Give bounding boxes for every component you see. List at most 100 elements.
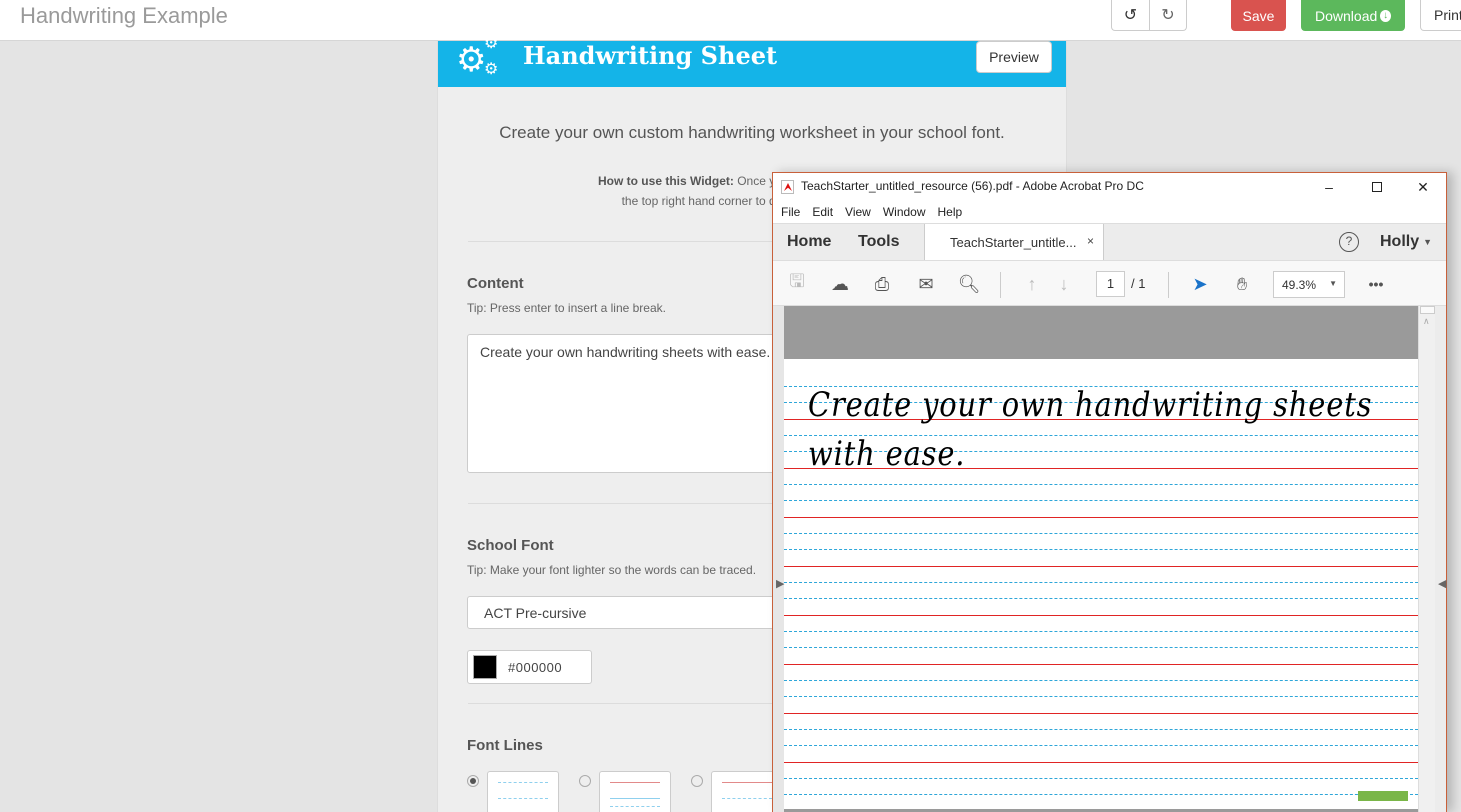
handwriting-line-1: Create your own handwriting sheets bbox=[808, 385, 1373, 425]
pdf-page: Create your own handwriting sheets with … bbox=[784, 359, 1418, 811]
undo-icon: ↺ bbox=[1123, 7, 1138, 24]
hand-icon: ✋︎ bbox=[1236, 273, 1248, 294]
user-menu[interactable]: Holly ▼ bbox=[1380, 233, 1432, 251]
font-color-input[interactable]: #000000 bbox=[467, 650, 592, 684]
menu-view[interactable]: View bbox=[843, 205, 877, 219]
left-panel-toggle-icon[interactable]: ▶ bbox=[776, 577, 784, 590]
dashed-guide bbox=[784, 484, 1418, 485]
page-number-input[interactable]: 1 bbox=[1096, 271, 1125, 297]
caret-down-icon: ▼ bbox=[1329, 279, 1337, 288]
download-circle-icon: ↓ bbox=[1380, 9, 1391, 22]
dashed-guide bbox=[784, 631, 1418, 632]
dashed-guide bbox=[784, 680, 1418, 681]
page-total: / 1 bbox=[1131, 276, 1146, 291]
scroll-up-icon[interactable]: ∧ bbox=[1423, 316, 1430, 327]
acrobat-window-title: TeachStarter_untitled_resource (56).pdf … bbox=[801, 179, 1144, 193]
acrobat-toolbar: 🖫 ☁ ⎙ ✉ 🔍︎ ↑ ↓ 1 / 1 ➤ ✋︎ 49.3% ▼ ••• bbox=[773, 260, 1446, 306]
acrobat-tabs: Home Tools TeachStarter_untitle... × ? H… bbox=[773, 223, 1446, 261]
print-file-button[interactable]: ⎙ bbox=[871, 273, 893, 295]
small-gear-icon: ⚙ bbox=[484, 35, 499, 52]
baseline-guide bbox=[784, 762, 1418, 763]
dashed-guide bbox=[784, 533, 1418, 534]
right-panel-toggle-icon[interactable]: ◀ bbox=[1438, 577, 1446, 590]
baseline-guide bbox=[784, 517, 1418, 518]
document-title: Handwriting Example bbox=[20, 3, 228, 28]
redo-button[interactable]: ↻ bbox=[1149, 0, 1186, 30]
dashed-guide bbox=[784, 582, 1418, 583]
hand-tool-button[interactable]: ✋︎ bbox=[1231, 273, 1253, 295]
widget-intro: Create your own custom handwriting works… bbox=[499, 123, 1005, 142]
undo-button[interactable]: ↺ bbox=[1112, 0, 1149, 30]
save-file-button[interactable]: 🖫 bbox=[786, 271, 808, 295]
baseline-guide bbox=[784, 664, 1418, 665]
pdf-file-icon bbox=[781, 180, 794, 194]
color-swatch[interactable] bbox=[473, 655, 497, 679]
vertical-scrollbar[interactable]: ∧ bbox=[1418, 306, 1435, 812]
tab-home[interactable]: Home bbox=[787, 233, 831, 251]
line-option-dashed[interactable] bbox=[467, 771, 579, 812]
prev-page-button[interactable]: ↑ bbox=[1021, 273, 1043, 295]
toolbar-separator bbox=[1168, 272, 1169, 298]
howto-label: How to use this Widget: bbox=[597, 174, 734, 188]
save-button[interactable]: Save bbox=[1231, 0, 1286, 31]
zoom-value: 49.3% bbox=[1282, 278, 1317, 292]
dashed-guide bbox=[784, 500, 1418, 501]
teachstarter-logo bbox=[1358, 791, 1408, 801]
color-value: #000000 bbox=[508, 659, 563, 675]
cloud-upload-icon: ☁ bbox=[831, 273, 849, 294]
menu-help[interactable]: Help bbox=[936, 205, 969, 219]
dashed-guide bbox=[784, 549, 1418, 550]
small-gear-icon: ⚙ bbox=[484, 61, 499, 78]
baseline-guide bbox=[784, 713, 1418, 714]
select-tool-button[interactable]: ➤ bbox=[1189, 273, 1211, 295]
next-page-button[interactable]: ↓ bbox=[1053, 273, 1075, 295]
acrobat-titlebar: TeachStarter_untitled_resource (56).pdf … bbox=[773, 173, 1446, 201]
baseline-guide bbox=[784, 566, 1418, 567]
dashed-guide bbox=[784, 696, 1418, 697]
menu-edit[interactable]: Edit bbox=[810, 205, 839, 219]
maximize-button[interactable] bbox=[1354, 173, 1400, 201]
arrow-up-circle-icon: ↑ bbox=[1027, 273, 1037, 294]
download-label: Download bbox=[1315, 7, 1378, 24]
tab-document[interactable]: TeachStarter_untitle... × bbox=[924, 224, 1104, 261]
baseline-guide bbox=[784, 615, 1418, 616]
menu-file[interactable]: File bbox=[779, 205, 806, 219]
line-option-thumbnail[interactable] bbox=[599, 771, 671, 812]
line-option-red-blue[interactable] bbox=[579, 771, 691, 812]
widget-title: Handwriting Sheet bbox=[523, 41, 778, 70]
more-icon: ••• bbox=[1368, 276, 1384, 292]
acrobat-window: TeachStarter_untitled_resource (56).pdf … bbox=[772, 172, 1447, 812]
dashed-guide bbox=[784, 647, 1418, 648]
preview-button[interactable]: Preview bbox=[976, 41, 1052, 73]
zoom-select[interactable]: 49.3% ▼ bbox=[1273, 271, 1345, 298]
menu-window[interactable]: Window bbox=[881, 205, 932, 219]
widget-header: ⚙ ⚙ ⚙ Handwriting Sheet Preview bbox=[438, 35, 1066, 87]
more-tools-button[interactable]: ••• bbox=[1365, 273, 1387, 295]
cloud-upload-button[interactable]: ☁ bbox=[829, 273, 851, 295]
minimize-button[interactable]: – bbox=[1306, 173, 1352, 201]
help-icon[interactable]: ? bbox=[1339, 232, 1359, 252]
close-window-button[interactable]: ✕ bbox=[1400, 173, 1446, 201]
arrow-down-circle-icon: ↓ bbox=[1059, 273, 1069, 294]
cursor-arrow-icon: ➤ bbox=[1192, 273, 1208, 294]
close-tab-icon[interactable]: × bbox=[1087, 234, 1094, 248]
envelope-icon: ✉ bbox=[918, 273, 934, 294]
dashed-guide bbox=[784, 778, 1418, 779]
line-option-radio[interactable] bbox=[691, 775, 703, 787]
minimize-icon: – bbox=[1325, 179, 1333, 195]
printer-icon: ⎙ bbox=[874, 273, 890, 294]
find-button[interactable]: 🔍︎ bbox=[958, 273, 981, 295]
scrollbar-thumb[interactable] bbox=[1420, 306, 1435, 314]
line-option-thumbnail[interactable] bbox=[487, 771, 559, 812]
document-viewer: Create your own handwriting sheets with … bbox=[773, 306, 1446, 812]
line-option-radio[interactable] bbox=[467, 775, 479, 787]
email-button[interactable]: ✉ bbox=[915, 273, 937, 295]
tab-tools[interactable]: Tools bbox=[858, 233, 899, 251]
acrobat-menubar: File Edit View Window Help bbox=[773, 201, 1446, 223]
download-button[interactable]: Download ↓ bbox=[1301, 0, 1405, 31]
gears-icon: ⚙ bbox=[456, 41, 487, 79]
right-panel-toggle-strip bbox=[1435, 306, 1446, 812]
print-button[interactable]: Print bbox=[1420, 0, 1461, 31]
line-option-radio[interactable] bbox=[579, 775, 591, 787]
tab-document-label: TeachStarter_untitle... bbox=[950, 235, 1077, 250]
